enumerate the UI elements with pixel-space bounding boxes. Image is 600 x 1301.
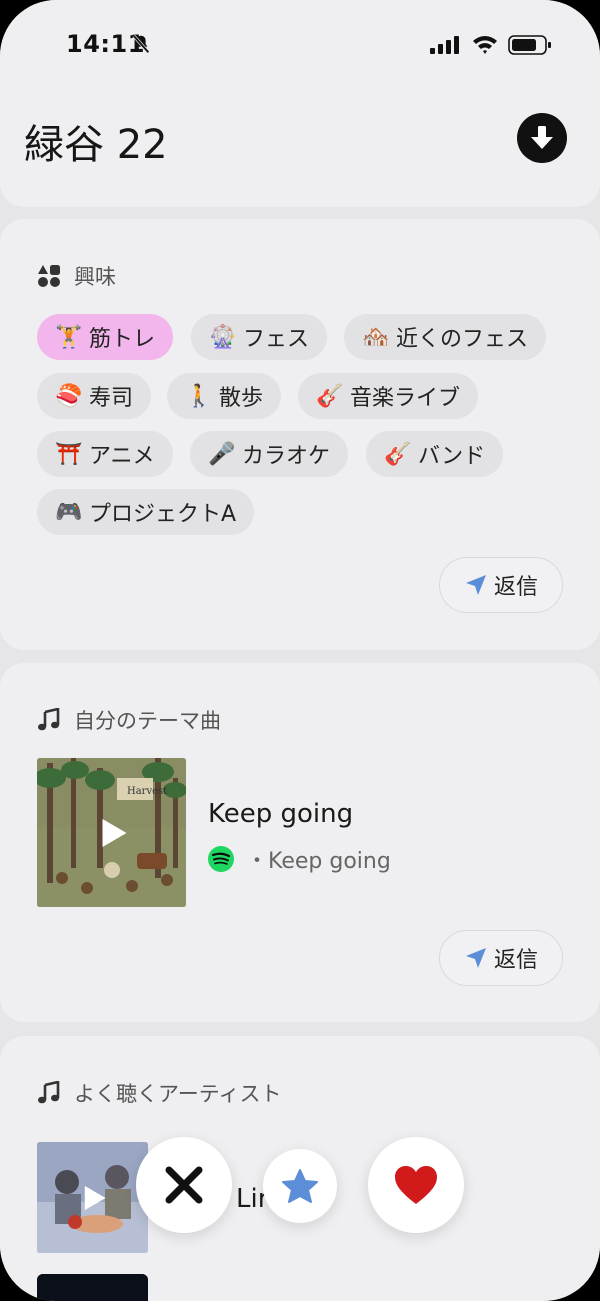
reply-button[interactable]: 返信 — [439, 557, 563, 613]
bell-slash-icon — [132, 34, 150, 54]
battery-icon — [508, 35, 551, 55]
music-note-icon — [36, 707, 62, 733]
heart-icon — [395, 1166, 437, 1204]
chip-label: 散歩 — [219, 386, 264, 411]
theme-song-title: 自分のテーマ曲 — [74, 709, 221, 733]
chip-emoji: 🎤 — [208, 441, 236, 467]
interest-chip[interactable]: 🏋️ 筋トレ — [37, 314, 174, 360]
star-icon — [282, 1169, 318, 1203]
chip-emoji: 🎡 — [209, 324, 237, 350]
chip-label: アニメ — [89, 444, 155, 469]
song-title: Keep going — [208, 799, 354, 829]
chip-label: カラオケ — [242, 444, 331, 469]
chip-label: フェス — [243, 327, 310, 352]
interest-chip[interactable]: 🎸 音楽ライブ — [298, 373, 479, 419]
play-icon — [102, 818, 126, 847]
interest-chip[interactable]: 🎸 バンド — [366, 431, 504, 477]
interest-chip[interactable]: 🍣 寿司 — [37, 373, 152, 419]
artists-title: よく聴くアーティスト — [74, 1082, 282, 1106]
reply-label: 返信 — [493, 575, 538, 600]
profile-name: 緑谷 22 — [24, 122, 168, 168]
chip-emoji: 🎮 — [55, 499, 83, 525]
pass-button[interactable] — [136, 1137, 232, 1233]
chip-label: 筋トレ — [89, 327, 156, 352]
reply-button[interactable]: 返信 — [439, 930, 563, 986]
song-meta: ・Keep going — [208, 843, 391, 875]
close-icon — [165, 1166, 203, 1204]
album-cover[interactable]: Harvest — [37, 758, 186, 907]
chip-emoji: 🎸 — [316, 383, 344, 409]
music-note-icon — [36, 1080, 62, 1106]
spotify-icon — [208, 846, 234, 872]
interests-section-title: 興味 — [36, 261, 116, 291]
interest-chip[interactable]: 🎡 フェス — [191, 314, 328, 360]
chip-emoji: ⛩️ — [55, 441, 83, 467]
artists-section-title: よく聴くアーティスト — [36, 1078, 281, 1108]
chip-label: 近くのフェス — [396, 327, 529, 352]
interest-chip[interactable]: 🎤 カラオケ — [190, 431, 349, 477]
status-bar: 14:11 — [0, 0, 600, 90]
play-icon — [84, 1185, 106, 1210]
super-like-button[interactable] — [263, 1149, 337, 1223]
chip-label: 音楽ライブ — [350, 386, 461, 411]
interest-chip[interactable]: 🏘️ 近くのフェス — [344, 314, 547, 360]
chip-emoji: 🏋️ — [55, 324, 83, 350]
chip-emoji: 🍣 — [55, 383, 83, 409]
song-subtitle: ・Keep going — [246, 849, 391, 874]
download-icon — [531, 126, 553, 149]
chip-label: プロジェクトA — [89, 502, 237, 527]
wifi-icon — [473, 36, 497, 54]
cellular-signal-icon — [430, 36, 459, 54]
download-button[interactable] — [517, 113, 567, 163]
interests-title: 興味 — [74, 265, 116, 289]
chip-label: バンド — [418, 444, 486, 469]
interests-card: 興味 🏋️ 筋トレ 🎡 フェス 🏘️ 近くのフェス 🍣 寿司 🚶 散歩 🎸 音楽… — [0, 219, 600, 650]
chip-emoji: 🎸 — [384, 441, 412, 467]
profile-header: 14:11 緑谷 22 — [0, 0, 600, 207]
artist-photo — [37, 1274, 148, 1301]
chip-label: 寿司 — [89, 386, 134, 411]
chip-emoji: 🏘️ — [362, 324, 390, 350]
album-title-text: Harvest — [127, 786, 167, 797]
send-icon — [465, 948, 486, 968]
interest-chip[interactable]: 🚶 散歩 — [167, 373, 282, 419]
interest-chip[interactable]: ⛩️ アニメ — [37, 431, 173, 477]
app-screen: 14:11 緑谷 22 興味 🏋️ 筋トレ 🎡 フェス 🏘️ 近くのフェス 🍣 … — [0, 0, 600, 1301]
theme-song-card: 自分のテーマ曲 Harvest Keep going ・Keep going 返… — [0, 663, 600, 1022]
interest-chip[interactable]: 🎮 プロジェクトA — [37, 489, 255, 535]
artist-image[interactable] — [37, 1274, 148, 1301]
reply-label: 返信 — [493, 948, 538, 973]
theme-song-section-title: 自分のテーマ曲 — [36, 705, 221, 735]
artist-image[interactable] — [37, 1142, 148, 1253]
chip-emoji: 🚶 — [185, 383, 213, 409]
send-icon — [465, 575, 486, 595]
shapes-icon — [36, 263, 62, 289]
like-button[interactable] — [368, 1137, 464, 1233]
